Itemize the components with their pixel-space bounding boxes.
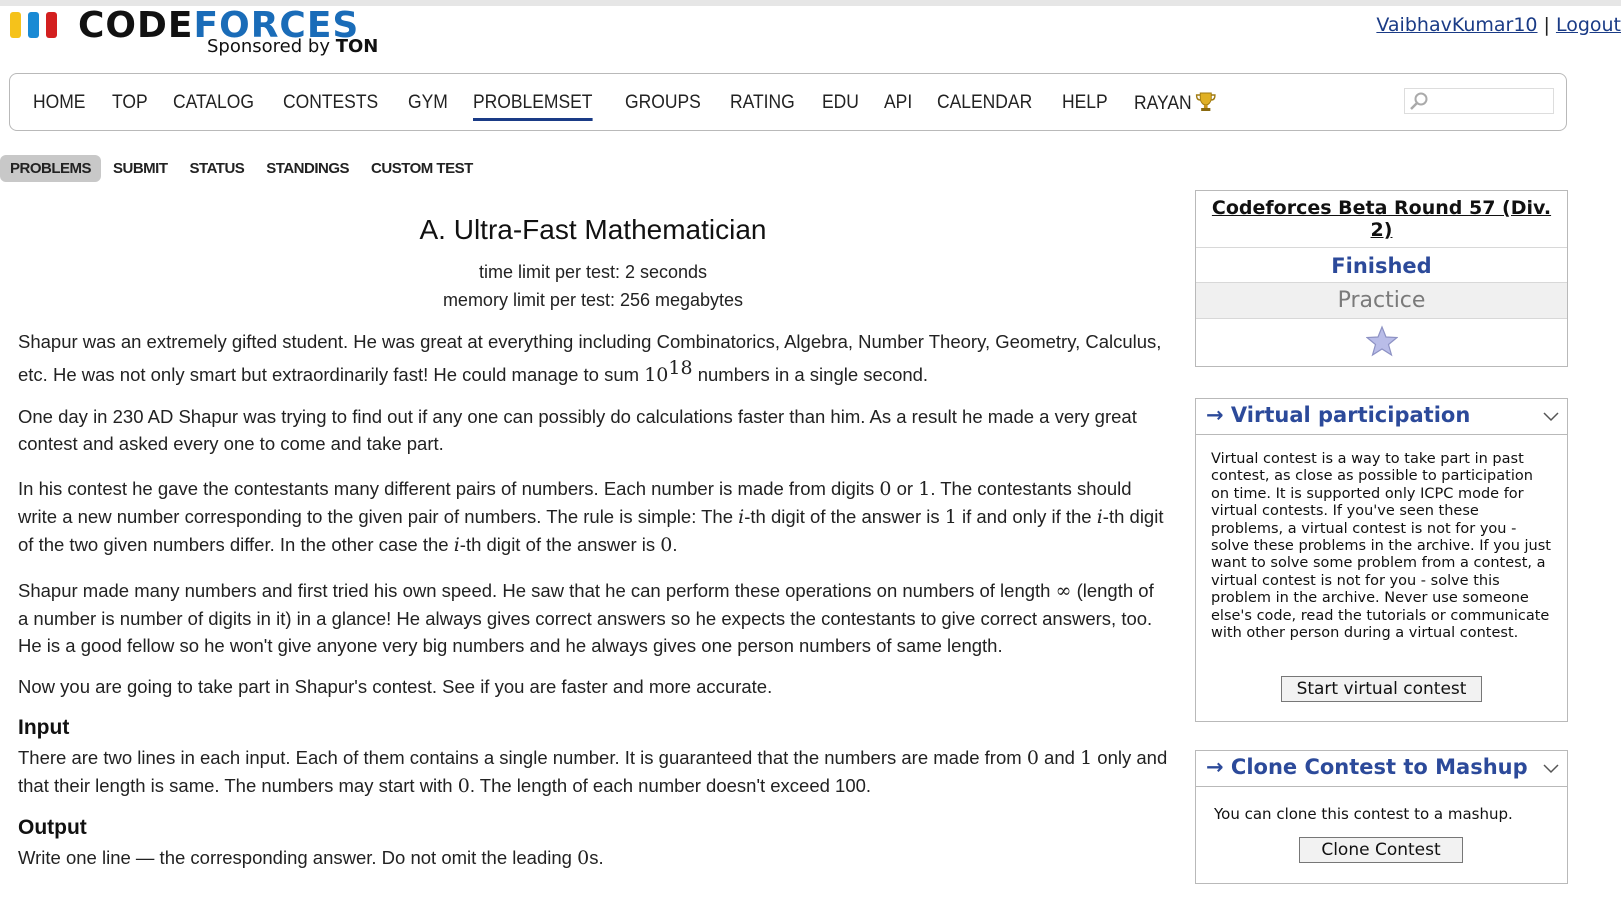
username-link[interactable]: VaibhavKumar10 — [1376, 14, 1537, 36]
clone-contest-box: → Clone Contest to Mashup You can clone … — [1195, 750, 1568, 884]
menu-item-home[interactable]: HOME — [33, 92, 85, 121]
contest-name-link[interactable]: Codeforces Beta Round 57 (Div. 2) — [1212, 197, 1551, 241]
problem-statement: A. Ultra-Fast Mathematician time limit p… — [18, 210, 1168, 872]
menu-item-problemset[interactable]: PROBLEMSET — [473, 92, 593, 121]
tab-custom-test[interactable]: CUSTOM TEST — [361, 155, 483, 182]
search-box[interactable] — [1404, 88, 1554, 114]
clone-contest-header[interactable]: → Clone Contest to Mashup — [1196, 751, 1567, 787]
chevron-down-icon[interactable] — [1543, 409, 1559, 423]
logo-bar-yellow — [10, 12, 21, 38]
tab-problems[interactable]: PROBLEMS — [0, 155, 102, 182]
codeforces-logo[interactable]: CODEFORCES Sponsored by TON — [8, 6, 388, 64]
contest-name-row: Codeforces Beta Round 57 (Div. 2) — [1196, 191, 1567, 248]
sponsor-line: Sponsored by TON — [207, 36, 379, 57]
favourite-row — [1196, 319, 1567, 366]
time-limit: time limit per test: 2 seconds — [478, 262, 708, 282]
logo-bar-red — [46, 12, 57, 38]
statement-paragraph-5: Now you are going to take part in Shapur… — [18, 676, 773, 698]
tab-submit[interactable]: SUBMIT — [103, 155, 178, 182]
menu-item-edu[interactable]: EDU — [822, 92, 859, 121]
search-icon — [1410, 92, 1428, 110]
menu-item-rating[interactable]: RATING — [730, 92, 795, 121]
contest-mode: Practice — [1196, 283, 1567, 319]
virtual-participation-description: Virtual contest is a way to take part in… — [1211, 451, 1551, 642]
virtual-participation-header[interactable]: → Virtual participation — [1196, 399, 1567, 435]
tab-status[interactable]: STATUS — [180, 155, 255, 182]
virtual-participation-title: → Virtual participation — [1206, 403, 1471, 427]
memory-limit: memory limit per test: 256 megabytes — [442, 290, 744, 310]
contest-status: Finished — [1196, 248, 1567, 283]
menu-item-contests[interactable]: CONTESTS — [283, 92, 378, 121]
menu-item-rayan[interactable]: RAYAN — [1134, 92, 1216, 121]
output-section-title: Output — [18, 816, 87, 840]
tab-standings[interactable]: STANDINGS — [256, 155, 359, 182]
menu-item-catalog[interactable]: CATALOG — [173, 92, 254, 121]
clone-contest-description: You can clone this contest to a mashup. — [1214, 805, 1513, 823]
menu-item-help[interactable]: HELP — [1062, 92, 1108, 121]
menu-item-rayan-label: RAYAN — [1133, 93, 1192, 114]
chevron-down-icon[interactable] — [1543, 761, 1559, 775]
contest-info-box: Codeforces Beta Round 57 (Div. 2) Finish… — [1195, 190, 1568, 367]
statement-paragraph-4: Shapur made many numbers and first tried… — [18, 580, 1154, 657]
statement-paragraph-2: One day in 230 AD Shapur was trying to f… — [18, 406, 1137, 455]
statement-paragraph-1: Shapur was an extremely gifted student. … — [18, 331, 1162, 387]
statement-paragraph-3: In his contest he gave the contestants m… — [18, 478, 1164, 557]
star-icon[interactable] — [1366, 325, 1398, 357]
user-box: VaibhavKumar10 | Logout — [1376, 14, 1621, 36]
menu-item-calendar[interactable]: CALENDAR — [937, 92, 1032, 121]
menu-item-gym[interactable]: GYM — [408, 92, 448, 121]
logout-link[interactable]: Logout — [1556, 14, 1621, 36]
start-virtual-contest-button[interactable]: Start virtual contest — [1281, 676, 1482, 702]
problem-title: A. Ultra-Fast Mathematician — [419, 214, 767, 245]
virtual-participation-box: → Virtual participation Virtual contest … — [1195, 398, 1568, 722]
clone-contest-title: → Clone Contest to Mashup — [1206, 755, 1528, 779]
logo-bar-blue — [28, 12, 39, 38]
menu-item-groups[interactable]: GROUPS — [625, 92, 701, 121]
user-separator: | — [1543, 14, 1550, 36]
menu-item-top[interactable]: TOP — [112, 92, 148, 121]
trophy-icon — [1195, 92, 1216, 111]
main-menu: HOME TOP CATALOG CONTESTS GYM PROBLEMSET… — [9, 73, 1567, 131]
output-specification: Write one line — the corresponding answe… — [18, 847, 604, 870]
input-specification: There are two lines in each input. Each … — [18, 747, 1168, 798]
problem-submenu: PROBLEMS SUBMIT STATUS STANDINGS CUSTOM … — [0, 155, 485, 182]
menu-item-api[interactable]: API — [884, 92, 912, 121]
clone-contest-button[interactable]: Clone Contest — [1299, 837, 1463, 863]
input-section-title: Input — [18, 716, 70, 740]
